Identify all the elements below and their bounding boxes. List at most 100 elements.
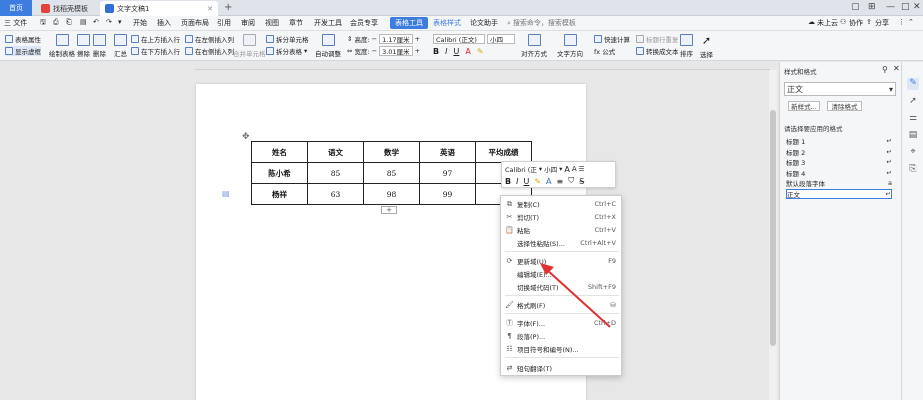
grow-font-icon[interactable]: A	[564, 165, 569, 174]
underline-button[interactable]: U	[453, 47, 459, 56]
menu-insert[interactable]: 插入	[157, 18, 171, 28]
collab-button[interactable]: 协作	[849, 18, 863, 28]
width-decrease[interactable]: −	[372, 47, 377, 55]
table-cell[interactable]: 语文	[307, 141, 364, 163]
window-layout-icon[interactable]: ▢	[851, 2, 860, 12]
style-item-heading1[interactable]: 标题 1 ↵	[786, 136, 892, 146]
current-style-select[interactable]: 正文 ▾	[784, 82, 896, 96]
minimize-icon[interactable]: —	[886, 2, 895, 12]
mini-format-painter-icon[interactable]: ⛉	[568, 176, 574, 186]
score-table[interactable]: 姓名 语文 数学 英语 平均成绩 陈小希 85 85 97 8 杨祥 63 98…	[251, 141, 532, 205]
preview-icon[interactable]: ▤	[80, 18, 87, 26]
insert-left-button[interactable]: 在左侧插入列	[185, 34, 234, 44]
font-size-input[interactable]: 小四	[487, 34, 515, 44]
clear-format-button[interactable]: 清除格式	[827, 101, 862, 111]
italic-button[interactable]: I	[445, 47, 447, 56]
table-cell[interactable]: 98	[363, 183, 420, 205]
highlight-button[interactable]: ✎	[477, 47, 484, 56]
menu-item-update-field[interactable]: ⟳ 更新域(U) F9	[501, 255, 623, 267]
table-move-handle-icon[interactable]: ✥	[242, 132, 250, 142]
menu-item-paragraph[interactable]: ¶ 段落(P)...	[501, 330, 623, 342]
table-cell[interactable]: 97	[419, 162, 476, 184]
auto-fit-button[interactable]: 自动调整	[315, 34, 341, 58]
table-cell[interactable]: 数学	[363, 141, 420, 163]
style-item-heading2[interactable]: 标题 2 ↵	[786, 147, 892, 157]
cloud-status[interactable]: 未上云	[817, 18, 838, 28]
table-cell[interactable]: 85	[307, 162, 364, 184]
tab-docer[interactable]: 找稻壳模板	[36, 1, 98, 16]
undo-icon[interactable]: ↶	[93, 18, 99, 26]
width-increase[interactable]: +	[415, 47, 420, 55]
align-button[interactable]: 对齐方式	[521, 34, 547, 58]
menu-page-layout[interactable]: 页面布局	[181, 18, 209, 28]
style-item-default-font[interactable]: 默认段落字体 a	[786, 178, 892, 188]
mini-strikethrough-icon[interactable]: S̶	[579, 177, 584, 186]
height-increase[interactable]: +	[415, 35, 420, 43]
select-cursor-icon[interactable]: ➚	[907, 96, 919, 108]
export-icon[interactable]: ⎙	[53, 18, 59, 27]
menu-item-cut[interactable]: ✂ 剪切(T) Ctrl+X	[501, 211, 623, 223]
height-decrease[interactable]: −	[372, 35, 377, 43]
title-repeat-button[interactable]: 标题行重复	[636, 34, 679, 44]
menu-view[interactable]: 视图	[265, 18, 279, 28]
show-grid-button[interactable]: 显示虚框	[5, 46, 41, 56]
menu-file[interactable]: 三 文件	[4, 18, 27, 28]
close-panel-icon[interactable]: ✕	[893, 64, 900, 73]
menu-item-paste-special[interactable]: 选择性粘贴(S)... Ctrl+Alt+V	[501, 237, 623, 249]
menu-item-copy[interactable]: ⧉ 复制(C) Ctrl+C	[501, 198, 623, 210]
new-tab-button[interactable]: +	[224, 2, 232, 13]
style-item-heading3[interactable]: 标题 3 ↵	[786, 157, 892, 167]
tab-document[interactable]: 文字文稿1 ✕	[100, 1, 218, 16]
menu-item-bullets[interactable]: ☷ 项目符号和编号(N)...	[501, 343, 623, 355]
table-cell[interactable]: 姓名	[251, 141, 308, 163]
select-button[interactable]: ➚ 选择	[700, 34, 713, 59]
font-name-input[interactable]: Calibri (正文)	[433, 34, 485, 44]
maximize-icon[interactable]: □	[901, 2, 910, 12]
adjust-icon[interactable]: ⚌	[907, 113, 919, 125]
menu-member[interactable]: 会员专享	[350, 18, 378, 28]
font-color-button[interactable]: A	[465, 47, 470, 56]
document-icon[interactable]: ▤	[907, 130, 919, 142]
table-cell[interactable]: 英语	[419, 141, 476, 163]
menu-developer[interactable]: 开发工具	[314, 18, 342, 28]
apps-icon[interactable]: ⊞	[868, 2, 876, 12]
mini-font-input[interactable]: Calibri (正	[505, 164, 537, 174]
vertical-ruler[interactable]	[0, 70, 6, 400]
mini-italic-button[interactable]: I	[516, 177, 518, 186]
mini-bold-button[interactable]: B	[505, 177, 511, 186]
summary-button[interactable]: 汇总	[114, 34, 127, 58]
table-cell[interactable]: 99	[419, 183, 476, 205]
shrink-font-icon[interactable]: A	[572, 165, 577, 173]
location-icon[interactable]: ⌖	[907, 147, 919, 159]
mini-underline-button[interactable]: U	[523, 177, 529, 186]
menu-item-format-painter[interactable]: 🖌 格式刷(F) ⛁	[501, 299, 623, 311]
menu-paper-assistant[interactable]: 论文助手	[470, 18, 498, 28]
table-cell[interactable]: 63	[307, 183, 364, 205]
insert-right-button[interactable]: 在右侧插入列	[185, 46, 234, 56]
menu-item-font[interactable]: Ⓣ 字体(F)... Ctrl+D	[501, 317, 623, 329]
table-props-button[interactable]: 表格属性	[5, 34, 41, 44]
horizontal-ruler[interactable]	[195, 62, 770, 70]
command-search[interactable]: ⌕ 搜索命令，搜索模板	[507, 17, 607, 29]
sort-button[interactable]: 排序	[680, 34, 693, 58]
table-cell[interactable]: 平均成绩	[475, 141, 532, 163]
menu-references[interactable]: 引用	[217, 18, 231, 28]
mini-size-input[interactable]: 小四	[544, 164, 557, 174]
style-item-heading4[interactable]: 标题 4 ↵	[786, 168, 892, 178]
tab-home[interactable]: 首页	[0, 0, 32, 16]
erase-button[interactable]: 擦除	[77, 34, 90, 58]
style-item-body[interactable]: 正文 ↵	[786, 189, 892, 199]
table-cell[interactable]: 陈小希	[251, 162, 308, 184]
split-cells-button[interactable]: 拆分单元格	[266, 34, 309, 44]
new-style-button[interactable]: 新样式...	[788, 101, 820, 111]
close-tab-icon[interactable]: ✕	[207, 5, 213, 13]
share-button[interactable]: 分享	[875, 18, 889, 28]
close-window-icon[interactable]: ✕	[913, 2, 921, 12]
save-icon[interactable]: 🖫	[40, 18, 46, 29]
delete-button[interactable]: 删除	[93, 34, 106, 58]
menu-item-edit-field[interactable]: 编辑域(E)...	[501, 268, 623, 280]
font-selector[interactable]: Calibri (正文) 小四	[433, 34, 515, 44]
insert-below-button[interactable]: 在下方插入行	[131, 46, 180, 56]
table-cell[interactable]: 85	[363, 162, 420, 184]
draw-table-button[interactable]: 绘制表格	[49, 34, 75, 58]
